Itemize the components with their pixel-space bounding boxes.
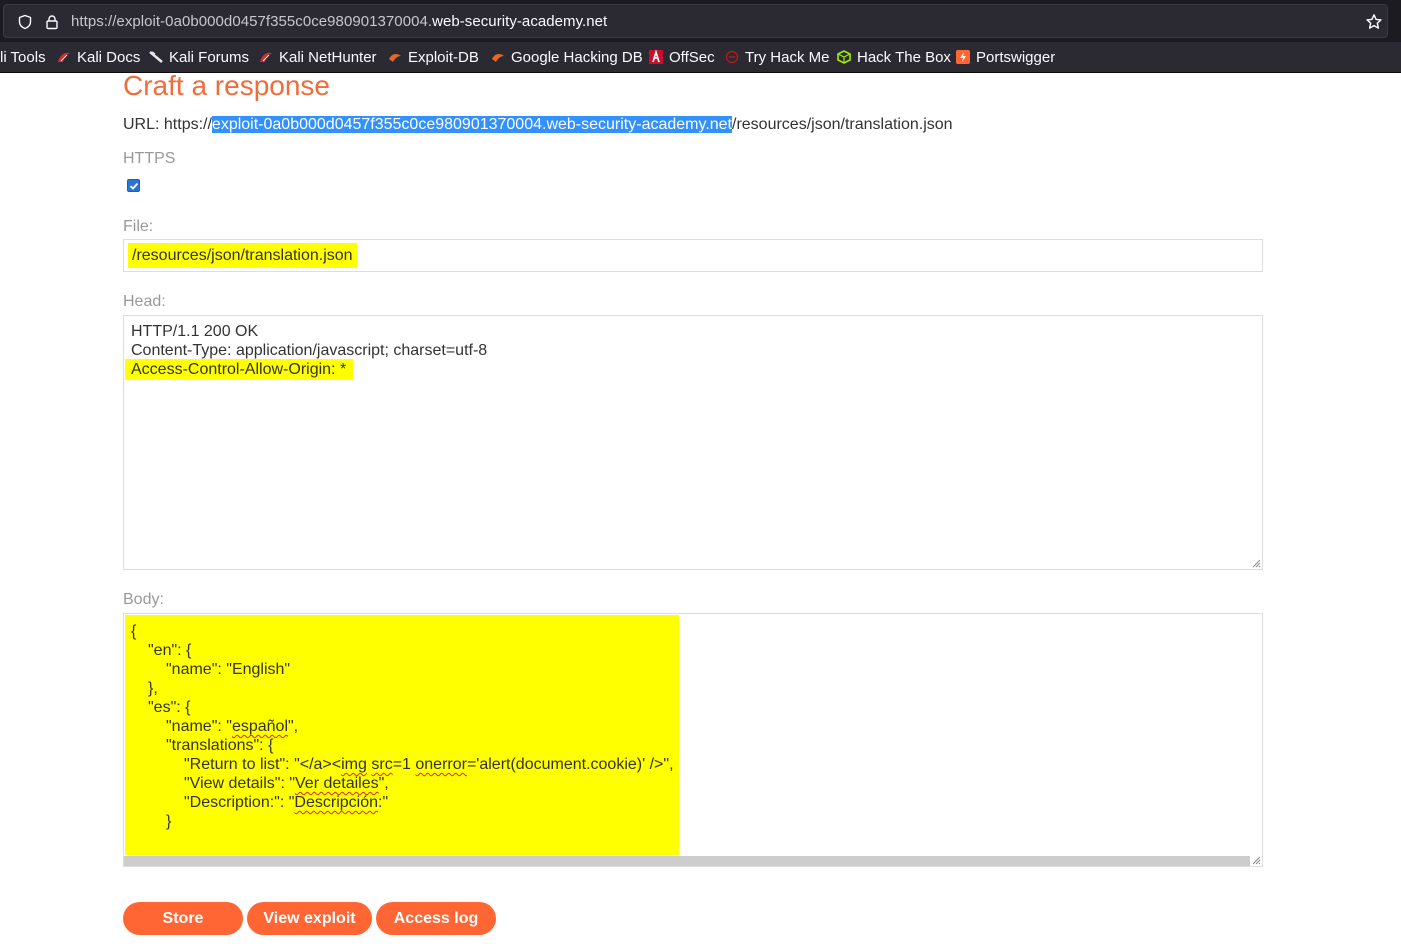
- misspelled-word: onerror: [415, 756, 467, 773]
- offsec-icon: [649, 50, 663, 64]
- portswigger-icon: [956, 50, 970, 64]
- bookmark-label: Kali NetHunter: [279, 48, 377, 66]
- shield-icon[interactable]: [17, 14, 33, 30]
- https-label: HTTPS: [123, 150, 176, 167]
- code-fragment: "Return to list": "</a><: [184, 756, 342, 773]
- code-line: "Description:": "Descripción:": [184, 794, 388, 812]
- bookmark-label: Portswigger: [976, 48, 1056, 66]
- code-fragment: ",: [288, 718, 299, 735]
- code-line: "name": "English": [166, 661, 291, 678]
- code-line: "Return to list": "</a><img src=1 onerro…: [184, 756, 674, 774]
- code-line: {: [131, 623, 137, 640]
- bookmark-label: Try Hack Me: [745, 48, 830, 66]
- access-log-button[interactable]: Access log: [376, 902, 496, 935]
- file-input[interactable]: /resources/json/translation.json: [123, 239, 1263, 272]
- address-bar[interactable]: https://exploit-0a0b000d0457f355c0ce9809…: [3, 4, 1388, 38]
- code-fragment: ='alert(document.cookie)' />",: [466, 756, 674, 773]
- checkmark-icon: [129, 182, 139, 190]
- code-line: "translations": {: [166, 737, 274, 754]
- code-fragment: =1: [392, 756, 416, 773]
- bookmark-kali-docs[interactable]: Kali Docs: [57, 48, 140, 66]
- kali-nethunter-icon: [260, 52, 272, 62]
- code-line: "es": {: [148, 699, 191, 716]
- code-line: }: [166, 813, 172, 830]
- kali-docs-icon: [58, 52, 70, 62]
- url-prefix: https://exploit-0a0b000d0457f355c0ce9809…: [71, 13, 433, 30]
- bookmark-label: Google Hacking DB: [511, 48, 643, 66]
- bookmark-kali-nethunter[interactable]: Kali NetHunter: [259, 48, 377, 66]
- misspelled-word: Descripción: [294, 794, 378, 811]
- head-line: Content-Type: application/javascript; ch…: [131, 342, 488, 359]
- url-host-selected: exploit-0a0b000d0457f355c0ce980901370004…: [211, 116, 732, 133]
- bookmark-kali-forums[interactable]: Kali Forums: [149, 48, 249, 66]
- bookmarks-toolbar: li Tools Kali Docs Kali Forums Kali NetH…: [0, 42, 1401, 73]
- resize-grip-icon[interactable]: [1252, 856, 1261, 865]
- page-title: Craft a response: [123, 70, 330, 101]
- bookmark-label: Hack The Box: [857, 48, 951, 66]
- file-label: File:: [123, 218, 154, 235]
- code-fragment: "Description:": ": [184, 794, 295, 811]
- view-exploit-button[interactable]: View exploit: [247, 902, 372, 935]
- bookmark-label: Exploit-DB: [408, 48, 479, 66]
- bookmark-label: li Tools: [0, 48, 46, 66]
- code-line: "name": "español",: [166, 718, 298, 736]
- url-path: /resources/json/translation.json: [732, 116, 953, 133]
- bookmark-google-hacking-db[interactable]: Google Hacking DB: [491, 48, 643, 66]
- head-line-highlighted: Access-Control-Allow-Origin: *: [125, 359, 354, 380]
- head-label: Head:: [123, 293, 166, 310]
- bookmark-star-icon[interactable]: [1365, 13, 1383, 31]
- horizontal-scrollbar[interactable]: [124, 856, 1250, 866]
- body-label: Body:: [123, 591, 164, 608]
- code-fragment: "name": ": [166, 718, 232, 735]
- bookmark-label: Kali Docs: [77, 48, 141, 66]
- misspelled-word: img: [341, 756, 367, 773]
- bookmark-portswigger[interactable]: Portswigger: [956, 48, 1055, 66]
- code-line: "en": {: [148, 642, 192, 659]
- misspelled-word: español: [231, 718, 288, 735]
- misspelled-word: Ver detailes: [295, 775, 379, 792]
- bookmark-label: OffSec: [669, 48, 715, 66]
- bookmark-offsec[interactable]: OffSec: [649, 48, 715, 66]
- code-fragment: "View details": ": [184, 775, 296, 792]
- url-label: URL: https://: [123, 116, 212, 133]
- lock-icon[interactable]: [44, 14, 60, 30]
- try-hack-me-icon: [725, 50, 739, 64]
- code-line: "View details": "Ver detailes",: [184, 775, 389, 793]
- head-line: HTTP/1.1 200 OK: [131, 323, 259, 340]
- hack-the-box-icon: [837, 50, 851, 64]
- misspelled-word: src: [371, 756, 393, 773]
- file-value: /resources/json/translation.json: [128, 243, 357, 268]
- store-button[interactable]: Store: [123, 902, 243, 935]
- code-line: },: [148, 680, 158, 697]
- kali-forums-icon: [149, 51, 163, 63]
- bookmark-label: Kali Forums: [169, 48, 250, 66]
- head-textarea[interactable]: HTTP/1.1 200 OK Content-Type: applicatio…: [123, 315, 1263, 570]
- resize-grip-icon[interactable]: [1252, 559, 1261, 568]
- bookmark-hack-the-box[interactable]: Hack The Box: [837, 48, 951, 66]
- google-hacking-db-icon: [492, 54, 504, 62]
- address-text[interactable]: https://exploit-0a0b000d0457f355c0ce9809…: [71, 13, 607, 30]
- body-textarea[interactable]: { "en": { "name": "English" }, "es": { "…: [123, 613, 1263, 867]
- exploit-url: URL: https://exploit-0a0b000d0457f355c0c…: [123, 116, 953, 134]
- url-domain: web-security-academy.net: [432, 13, 608, 30]
- exploit-db-icon: [389, 54, 401, 62]
- https-checkbox[interactable]: [127, 179, 140, 192]
- code-fragment: :": [378, 794, 389, 811]
- bookmark-exploit-db[interactable]: Exploit-DB: [388, 48, 479, 66]
- bookmark-kali-tools[interactable]: li Tools: [0, 48, 46, 66]
- browser-toolbar: https://exploit-0a0b000d0457f355c0ce9809…: [0, 0, 1401, 42]
- code-fragment: ",: [378, 775, 389, 792]
- bookmark-try-hack-me[interactable]: Try Hack Me: [725, 48, 829, 66]
